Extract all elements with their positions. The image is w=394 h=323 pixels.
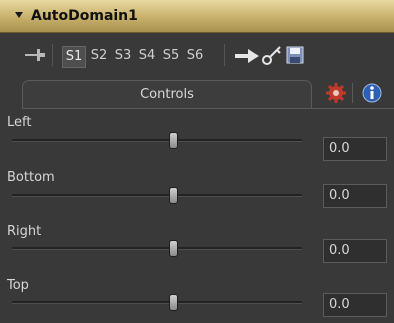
tool-panel: AutoDomain1 S1 S2 S3 S4 S5 S6 Controls L… bbox=[0, 0, 394, 323]
top-value-field[interactable]: 0.0 bbox=[323, 293, 387, 317]
gear-icon[interactable] bbox=[325, 82, 347, 104]
top-slider-track[interactable] bbox=[12, 301, 302, 304]
node-title: AutoDomain1 bbox=[31, 8, 138, 24]
right-arrow-icon[interactable] bbox=[233, 47, 261, 65]
key-icon[interactable] bbox=[261, 44, 283, 66]
tab-controls[interactable]: Controls bbox=[22, 80, 312, 108]
bottom-label: Bottom bbox=[7, 170, 55, 185]
node-title-bar[interactable]: AutoDomain1 bbox=[0, 0, 394, 33]
right-value-field[interactable]: 0.0 bbox=[323, 239, 387, 263]
bottom-slider-thumb[interactable] bbox=[169, 187, 178, 204]
slot-s3-button[interactable]: S3 bbox=[112, 46, 134, 66]
toolbar-separator bbox=[224, 44, 225, 66]
slot-s1-button[interactable]: S1 bbox=[62, 46, 86, 68]
toolbar-separator bbox=[52, 44, 53, 66]
bottom-value-field[interactable]: 0.0 bbox=[323, 184, 387, 208]
slot-s4-button[interactable]: S4 bbox=[136, 46, 158, 66]
top-label: Top bbox=[7, 278, 29, 293]
left-value-field[interactable]: 0.0 bbox=[323, 137, 387, 161]
top-slider-thumb[interactable] bbox=[169, 294, 178, 311]
left-slider-track[interactable] bbox=[12, 139, 302, 142]
left-label: Left bbox=[7, 115, 32, 130]
tab-separator bbox=[352, 83, 353, 103]
slot-s6-button[interactable]: S6 bbox=[184, 46, 206, 66]
right-slider-track[interactable] bbox=[12, 247, 302, 250]
left-slider-thumb[interactable] bbox=[169, 132, 178, 149]
right-slider-thumb[interactable] bbox=[169, 240, 178, 257]
slot-s5-button[interactable]: S5 bbox=[160, 46, 182, 66]
save-icon[interactable] bbox=[286, 46, 304, 64]
toolbar: S1 S2 S3 S4 S5 S6 bbox=[0, 33, 394, 77]
pin-icon[interactable] bbox=[24, 47, 46, 63]
bottom-slider-track[interactable] bbox=[12, 194, 302, 197]
info-icon[interactable] bbox=[361, 82, 383, 104]
right-label: Right bbox=[7, 224, 42, 239]
slot-s2-button[interactable]: S2 bbox=[88, 46, 110, 66]
collapse-arrow-icon[interactable] bbox=[15, 12, 23, 18]
